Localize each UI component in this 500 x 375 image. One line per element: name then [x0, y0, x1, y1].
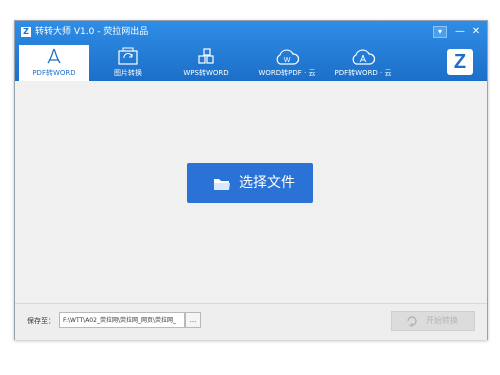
tab-label: WPS转WORD — [183, 69, 229, 77]
start-convert-button[interactable]: 开始转换 — [391, 311, 475, 331]
window-title: 转转大师 V1.0 - 荧拉网出品 — [35, 27, 149, 37]
brand-logo: Z — [447, 49, 473, 75]
minimize-button[interactable]: — — [453, 26, 467, 38]
tab-image-convert[interactable]: 图片转换 — [93, 45, 163, 81]
save-to-label: 保存至： — [27, 317, 55, 325]
title-bar[interactable]: Z 转转大师 V1.0 - 荧拉网出品 ▾ — ✕ PDF转WORD 图片转换 … — [15, 21, 487, 81]
app-logo: Z — [21, 27, 31, 37]
menu-button[interactable]: ▾ — [433, 26, 447, 38]
app-window: Z 转转大师 V1.0 - 荧拉网出品 ▾ — ✕ PDF转WORD 图片转换 … — [14, 20, 488, 340]
tab-word-to-pdf-cloud[interactable]: W WORD转PDF · 云 — [247, 45, 327, 81]
close-button[interactable]: ✕ — [469, 26, 483, 38]
image-convert-icon — [93, 47, 163, 67]
refresh-icon — [406, 315, 418, 329]
tab-label: WORD转PDF · 云 — [258, 69, 316, 77]
wps-icon — [171, 47, 241, 67]
pdf-icon — [19, 47, 89, 67]
svg-text:W: W — [284, 57, 291, 64]
tab-label: PDF转WORD · 云 — [334, 69, 392, 77]
tab-wps-to-word[interactable]: WPS转WORD — [171, 45, 241, 81]
select-file-label: 选择文件 — [239, 175, 295, 191]
save-path-field[interactable]: F:\WTT\A02_荧拉网\荧拉网_网页\荧拉网_ — [59, 312, 185, 328]
word-cloud-icon: W — [247, 47, 327, 67]
select-file-button[interactable]: 选择文件 — [187, 163, 313, 203]
tab-pdf-to-word-cloud[interactable]: PDF转WORD · 云 — [323, 45, 403, 81]
tab-label: 图片转换 — [114, 69, 142, 77]
start-convert-label: 开始转换 — [426, 316, 458, 325]
footer-bar: 保存至： F:\WTT\A02_荧拉网\荧拉网_网页\荧拉网_ ... 开始转换 — [15, 303, 487, 340]
tab-pdf-to-word[interactable]: PDF转WORD — [19, 45, 89, 81]
main-area: 选择文件 — [15, 81, 487, 303]
tab-label: PDF转WORD — [32, 69, 76, 77]
pdf-cloud-icon — [323, 47, 403, 67]
browse-button[interactable]: ... — [185, 312, 201, 328]
folder-icon — [213, 176, 231, 195]
